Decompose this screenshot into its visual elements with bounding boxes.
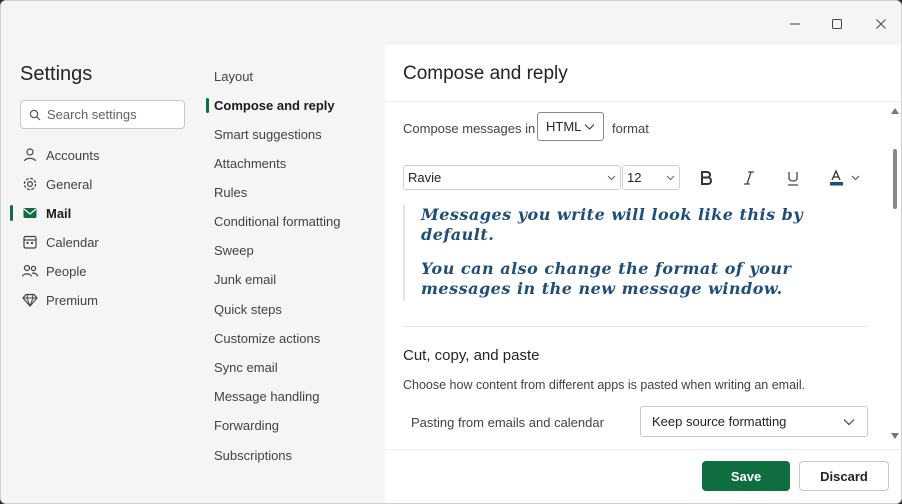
submenu-item-label: Sync email xyxy=(214,359,278,375)
submenu-item-label: Attachments xyxy=(214,155,287,171)
paste-option-dropdown[interactable]: Keep source formatting xyxy=(640,406,868,437)
diamond-icon xyxy=(20,290,40,310)
active-indicator xyxy=(206,98,209,113)
title-bar xyxy=(1,1,901,45)
font-size-dropdown[interactable]: 12 xyxy=(622,165,680,190)
minimize-icon xyxy=(790,23,800,25)
font-size-value: 12 xyxy=(627,170,642,185)
bold-icon xyxy=(701,171,712,185)
submenu-item-label: Compose and reply xyxy=(214,97,335,113)
chevron-down-icon xyxy=(584,123,595,130)
settings-window: Settings Accounts General Mail Calendar … xyxy=(0,0,902,504)
compose-format-label: Compose messages in xyxy=(403,121,536,136)
submenu-item-compose-and-reply[interactable]: Compose and reply xyxy=(206,93,376,117)
sidebar-item-label: People xyxy=(46,263,87,279)
compose-format-value: HTML xyxy=(546,119,582,134)
submenu-item-message-handling[interactable]: Message handling xyxy=(206,384,376,408)
sidebar-item-calendar[interactable]: Calendar xyxy=(9,229,189,255)
submenu-item-smart-suggestions[interactable]: Smart suggestions xyxy=(206,122,376,146)
chevron-down-icon xyxy=(607,175,616,180)
submenu-item-label: Forwarding xyxy=(214,417,280,433)
sidebar-item-label: Calendar xyxy=(46,234,99,250)
submenu-item-sweep[interactable]: Sweep xyxy=(206,238,376,262)
gear-icon xyxy=(20,174,40,194)
submenu-item-junk-email[interactable]: Junk email xyxy=(206,267,376,291)
scrollbar-thumb[interactable] xyxy=(893,149,897,209)
font-name-dropdown[interactable]: Ravie xyxy=(403,165,621,190)
submenu-item-customize-actions[interactable]: Customize actions xyxy=(206,326,376,350)
italic-icon xyxy=(744,171,754,185)
calendar-icon xyxy=(20,232,40,252)
submenu-item-conditional-formatting[interactable]: Conditional formatting xyxy=(206,209,376,233)
discard-button[interactable]: Discard xyxy=(799,461,889,491)
search-box[interactable] xyxy=(20,100,185,129)
close-button[interactable] xyxy=(866,11,896,37)
underline-icon xyxy=(788,172,798,186)
submenu-item-label: Subscriptions xyxy=(214,447,293,463)
submenu-item-layout[interactable]: Layout xyxy=(206,64,376,88)
sidebar-item-label: General xyxy=(46,176,93,192)
maximize-icon xyxy=(832,19,842,29)
page-title: Compose and reply xyxy=(403,63,568,84)
sidebar-item-people[interactable]: People xyxy=(9,258,189,284)
submenu-item-label: Conditional formatting xyxy=(214,213,341,229)
minimize-button[interactable] xyxy=(780,11,810,37)
settings-title: Settings xyxy=(20,63,93,85)
submenu-item-label: Layout xyxy=(214,68,254,84)
submenu-item-quick-steps[interactable]: Quick steps xyxy=(206,297,376,321)
sidebar-item-general[interactable]: General xyxy=(9,171,189,197)
format-suffix-label: format xyxy=(612,121,649,136)
font-name-value: Ravie xyxy=(408,170,442,185)
sidebar-item-mail[interactable]: Mail xyxy=(9,200,189,226)
font-color-icon xyxy=(830,169,860,186)
sidebar-item-label: Premium xyxy=(46,292,99,308)
sidebar-item-label: Accounts xyxy=(46,147,100,163)
chevron-down-icon xyxy=(666,175,675,180)
search-icon xyxy=(29,109,41,120)
search-input[interactable] xyxy=(47,107,177,122)
save-button[interactable]: Save xyxy=(702,461,790,491)
compose-settings-pane: Compose and reply Compose messages in HT… xyxy=(385,45,901,503)
sidebar-item-accounts[interactable]: Accounts xyxy=(9,142,189,168)
people-icon xyxy=(20,261,40,281)
section-description: Choose how content from different apps i… xyxy=(403,378,806,392)
compose-preview: Messages you write will look like this b… xyxy=(403,205,863,301)
submenu-item-label: Sweep xyxy=(214,242,254,258)
preview-text-line-1: Messages you write will look like this b… xyxy=(421,205,804,244)
submenu-item-label: Quick steps xyxy=(214,301,282,317)
bold-button[interactable] xyxy=(693,165,719,191)
underline-button[interactable] xyxy=(780,165,806,191)
title-divider xyxy=(385,101,901,102)
scroll-down-icon[interactable] xyxy=(891,433,899,439)
submenu-item-subscriptions[interactable]: Subscriptions xyxy=(206,443,376,467)
section-title-cut-copy-paste: Cut, copy, and paste xyxy=(403,347,540,364)
font-color-button[interactable] xyxy=(825,165,865,191)
submenu-item-rules[interactable]: Rules xyxy=(206,180,376,204)
section-divider xyxy=(403,326,867,327)
submenu-item-sync-email[interactable]: Sync email xyxy=(206,355,376,379)
compose-format-dropdown[interactable]: HTML xyxy=(537,112,604,141)
submenu-item-forwarding[interactable]: Forwarding xyxy=(206,413,376,437)
chevron-down-icon xyxy=(843,418,855,425)
sidebar-item-label: Mail xyxy=(46,205,72,221)
submenu-item-label: Smart suggestions xyxy=(214,126,322,142)
submenu-item-label: Junk email xyxy=(214,271,277,287)
submenu-item-label: Rules xyxy=(214,184,248,200)
mail-icon xyxy=(20,203,40,223)
submenu-item-label: Customize actions xyxy=(214,330,321,346)
person-icon xyxy=(20,145,40,165)
active-indicator xyxy=(10,205,13,221)
maximize-button[interactable] xyxy=(822,11,852,37)
submenu-item-attachments[interactable]: Attachments xyxy=(206,151,376,175)
italic-button[interactable] xyxy=(736,165,762,191)
sidebar-item-premium[interactable]: Premium xyxy=(9,287,189,313)
scroll-up-icon[interactable] xyxy=(891,108,899,114)
paste-option-label: Pasting from emails and calendar xyxy=(411,415,604,430)
paste-option-value: Keep source formatting xyxy=(652,414,787,429)
submenu-item-label: Message handling xyxy=(214,388,320,404)
preview-text-line-2: You can also change the format of your m… xyxy=(421,259,792,298)
close-icon xyxy=(876,19,886,29)
